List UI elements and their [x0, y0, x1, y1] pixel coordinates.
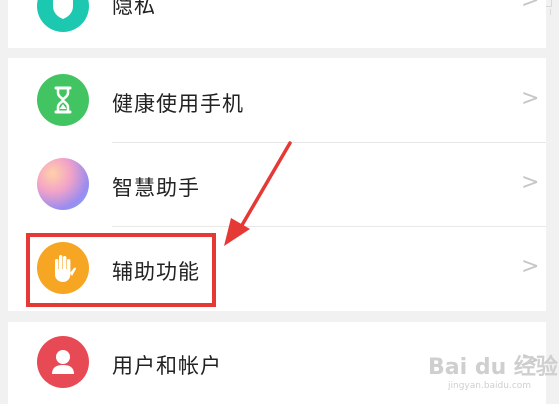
watermark-url: jingyan.baidu.com: [448, 381, 532, 391]
settings-screen: 隐私 > 健康使用手机 > 智慧助手 > 辅助功能 > 用户和帐户 > Bai …: [0, 0, 559, 404]
annotation-arrow: [224, 141, 292, 246]
watermark-logo: Bai du 经验: [428, 355, 558, 380]
